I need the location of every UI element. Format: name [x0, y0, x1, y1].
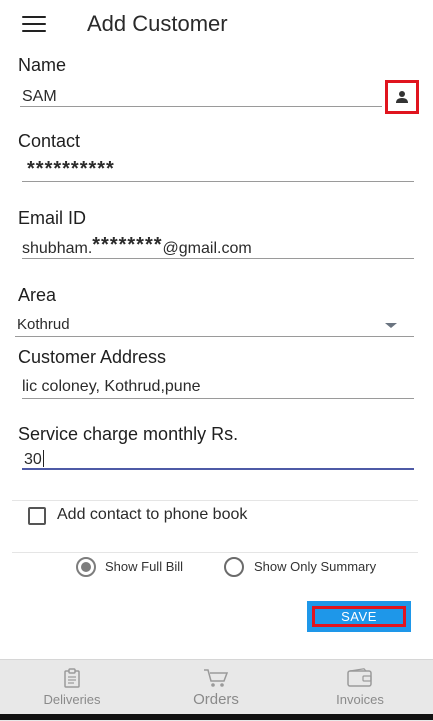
- show-only-summary-label[interactable]: Show Only Summary: [254, 559, 376, 574]
- save-button[interactable]: SAVE: [312, 606, 406, 627]
- email-input-underline: [22, 258, 414, 259]
- email-suffix: @gmail.com: [162, 240, 252, 257]
- save-button-container: SAVE: [307, 601, 411, 632]
- contact-picker-button[interactable]: [385, 80, 419, 114]
- nav-orders[interactable]: Orders: [180, 660, 252, 708]
- app-bar: Add Customer: [0, 0, 433, 50]
- address-input-underline: [22, 398, 414, 399]
- wallet-icon: [347, 668, 372, 687]
- nav-invoices-label: Invoices: [336, 692, 384, 707]
- bottom-navigation: Deliveries Orders Invoices: [0, 659, 433, 721]
- service-charge-label: Service charge monthly Rs.: [18, 424, 239, 444]
- email-input[interactable]: shubham.********@gmail.com: [22, 234, 252, 259]
- address-label: Customer Address: [18, 347, 167, 367]
- text-cursor: [42, 450, 44, 467]
- service-charge-value: 30: [24, 451, 42, 468]
- area-dropdown[interactable]: Kothrud: [17, 316, 70, 333]
- clipboard-icon: [64, 668, 80, 688]
- contact-input-underline: [22, 181, 414, 182]
- area-dropdown-underline: [15, 336, 414, 337]
- system-bar: [0, 714, 433, 720]
- divider: [12, 552, 418, 553]
- nav-deliveries[interactable]: Deliveries: [36, 660, 108, 708]
- page-title: Add Customer: [87, 11, 228, 36]
- nav-deliveries-label: Deliveries: [43, 692, 101, 707]
- cart-icon: [204, 669, 229, 687]
- divider: [12, 500, 418, 501]
- add-to-phonebook-label[interactable]: Add contact to phone book: [57, 506, 247, 524]
- email-label: Email ID: [18, 208, 87, 228]
- name-input-underline: [20, 106, 382, 107]
- nav-invoices[interactable]: Invoices: [324, 660, 396, 708]
- service-charge-input[interactable]: 30: [24, 450, 44, 469]
- add-to-phonebook-checkbox[interactable]: [28, 507, 46, 525]
- nav-orders-label: Orders: [193, 691, 239, 708]
- show-only-summary-radio[interactable]: [224, 557, 244, 577]
- show-full-bill-radio[interactable]: [76, 557, 96, 577]
- area-label: Area: [18, 285, 57, 305]
- contact-input[interactable]: **********: [27, 158, 115, 181]
- dropdown-arrow-icon[interactable]: [385, 323, 397, 328]
- show-full-bill-label[interactable]: Show Full Bill: [105, 559, 183, 574]
- contact-picker-icon: [396, 91, 408, 103]
- address-input[interactable]: lic coloney, Kothrud,pune: [22, 378, 200, 396]
- email-masked: ********: [92, 234, 163, 256]
- email-prefix: shubham.: [22, 240, 93, 257]
- name-input[interactable]: SAM: [22, 88, 57, 106]
- contact-label: Contact: [18, 131, 81, 151]
- name-label: Name: [18, 55, 67, 75]
- hamburger-menu-icon[interactable]: [22, 16, 46, 34]
- service-charge-input-underline: [22, 468, 414, 470]
